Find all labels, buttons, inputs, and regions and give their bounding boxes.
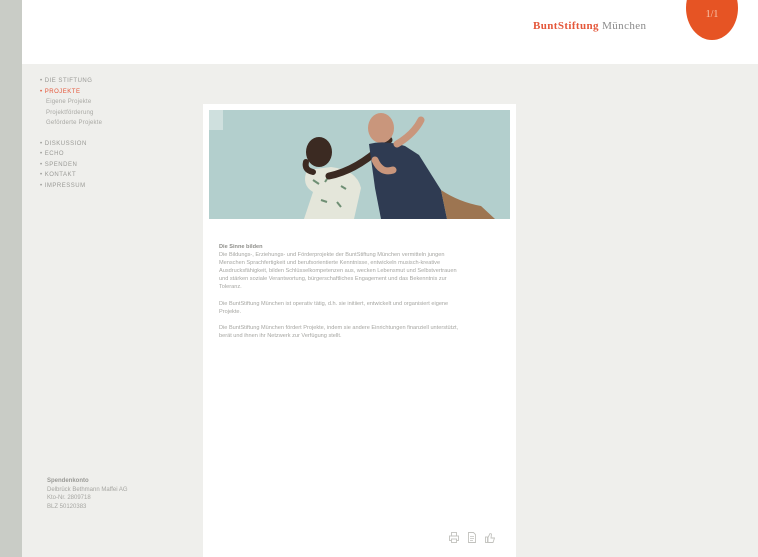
nav-item-spenden[interactable]: • SPENDEN (40, 160, 102, 171)
badge-text: 1/1 (705, 9, 719, 20)
nav-subitem-gefoerderte-projekte[interactable]: Geförderte Projekte (40, 118, 102, 129)
page-frame: BuntStiftung München 1/1 • DIE STIFTUNG … (22, 0, 758, 557)
document-icon[interactable] (467, 532, 477, 543)
donation-blz: BLZ 50120383 (47, 503, 87, 510)
nav-item-kontakt[interactable]: • KONTAKT (40, 170, 102, 181)
article-paragraph-2: Die BuntStiftung München ist operativ tä… (219, 300, 449, 315)
site-header: BuntStiftung München 1/1 (22, 0, 758, 64)
nav-item-die-stiftung[interactable]: • DIE STIFTUNG (40, 76, 102, 87)
article-paragraph-1: Die Bildungs-, Erziehungs- und Förderpro… (219, 252, 457, 291)
article-paragraph-3: Die BuntStiftung München fördert Projekt… (219, 324, 459, 339)
brand-name: BuntStiftung (533, 20, 599, 32)
hero-photo-illustration (209, 110, 510, 219)
article-text: Die Sinne bilden Die Bildungs-, Erziehun… (219, 243, 459, 348)
donation-bank: Delbrück Bethmann Maffei AG (47, 486, 128, 493)
badge-circle: 1/1 (686, 0, 738, 40)
article-title: Die Sinne bilden (219, 244, 263, 250)
site-logo[interactable]: BuntStiftung München (533, 20, 646, 32)
article-toolbar (449, 532, 495, 543)
donation-account: Spendenkonto Delbrück Bethmann Maffei AG… (47, 477, 128, 511)
nav-item-echo[interactable]: • ECHO (40, 149, 102, 160)
donation-title: Spendenkonto (47, 478, 89, 484)
content-panel: Die Sinne bilden Die Bildungs-, Erziehun… (203, 104, 516, 557)
main-navigation: • DIE STIFTUNG • PROJEKTE Eigene Projekt… (40, 76, 102, 191)
donation-account-number: Kto-Nr. 2809718 (47, 495, 91, 501)
brand-city: München (598, 20, 647, 32)
recommend-icon[interactable] (485, 532, 495, 543)
nav-item-impressum[interactable]: • IMPRESSUM (40, 181, 102, 192)
nav-subitem-eigene-projekte[interactable]: Eigene Projekte (40, 97, 102, 108)
hero-photo (209, 110, 510, 219)
print-icon[interactable] (449, 532, 459, 543)
nav-item-diskussion[interactable]: • DISKUSSION (40, 139, 102, 150)
nav-item-projekte[interactable]: • PROJEKTE (40, 87, 102, 98)
nav-subitem-projektfoerderung[interactable]: Projektförderung (40, 108, 102, 119)
